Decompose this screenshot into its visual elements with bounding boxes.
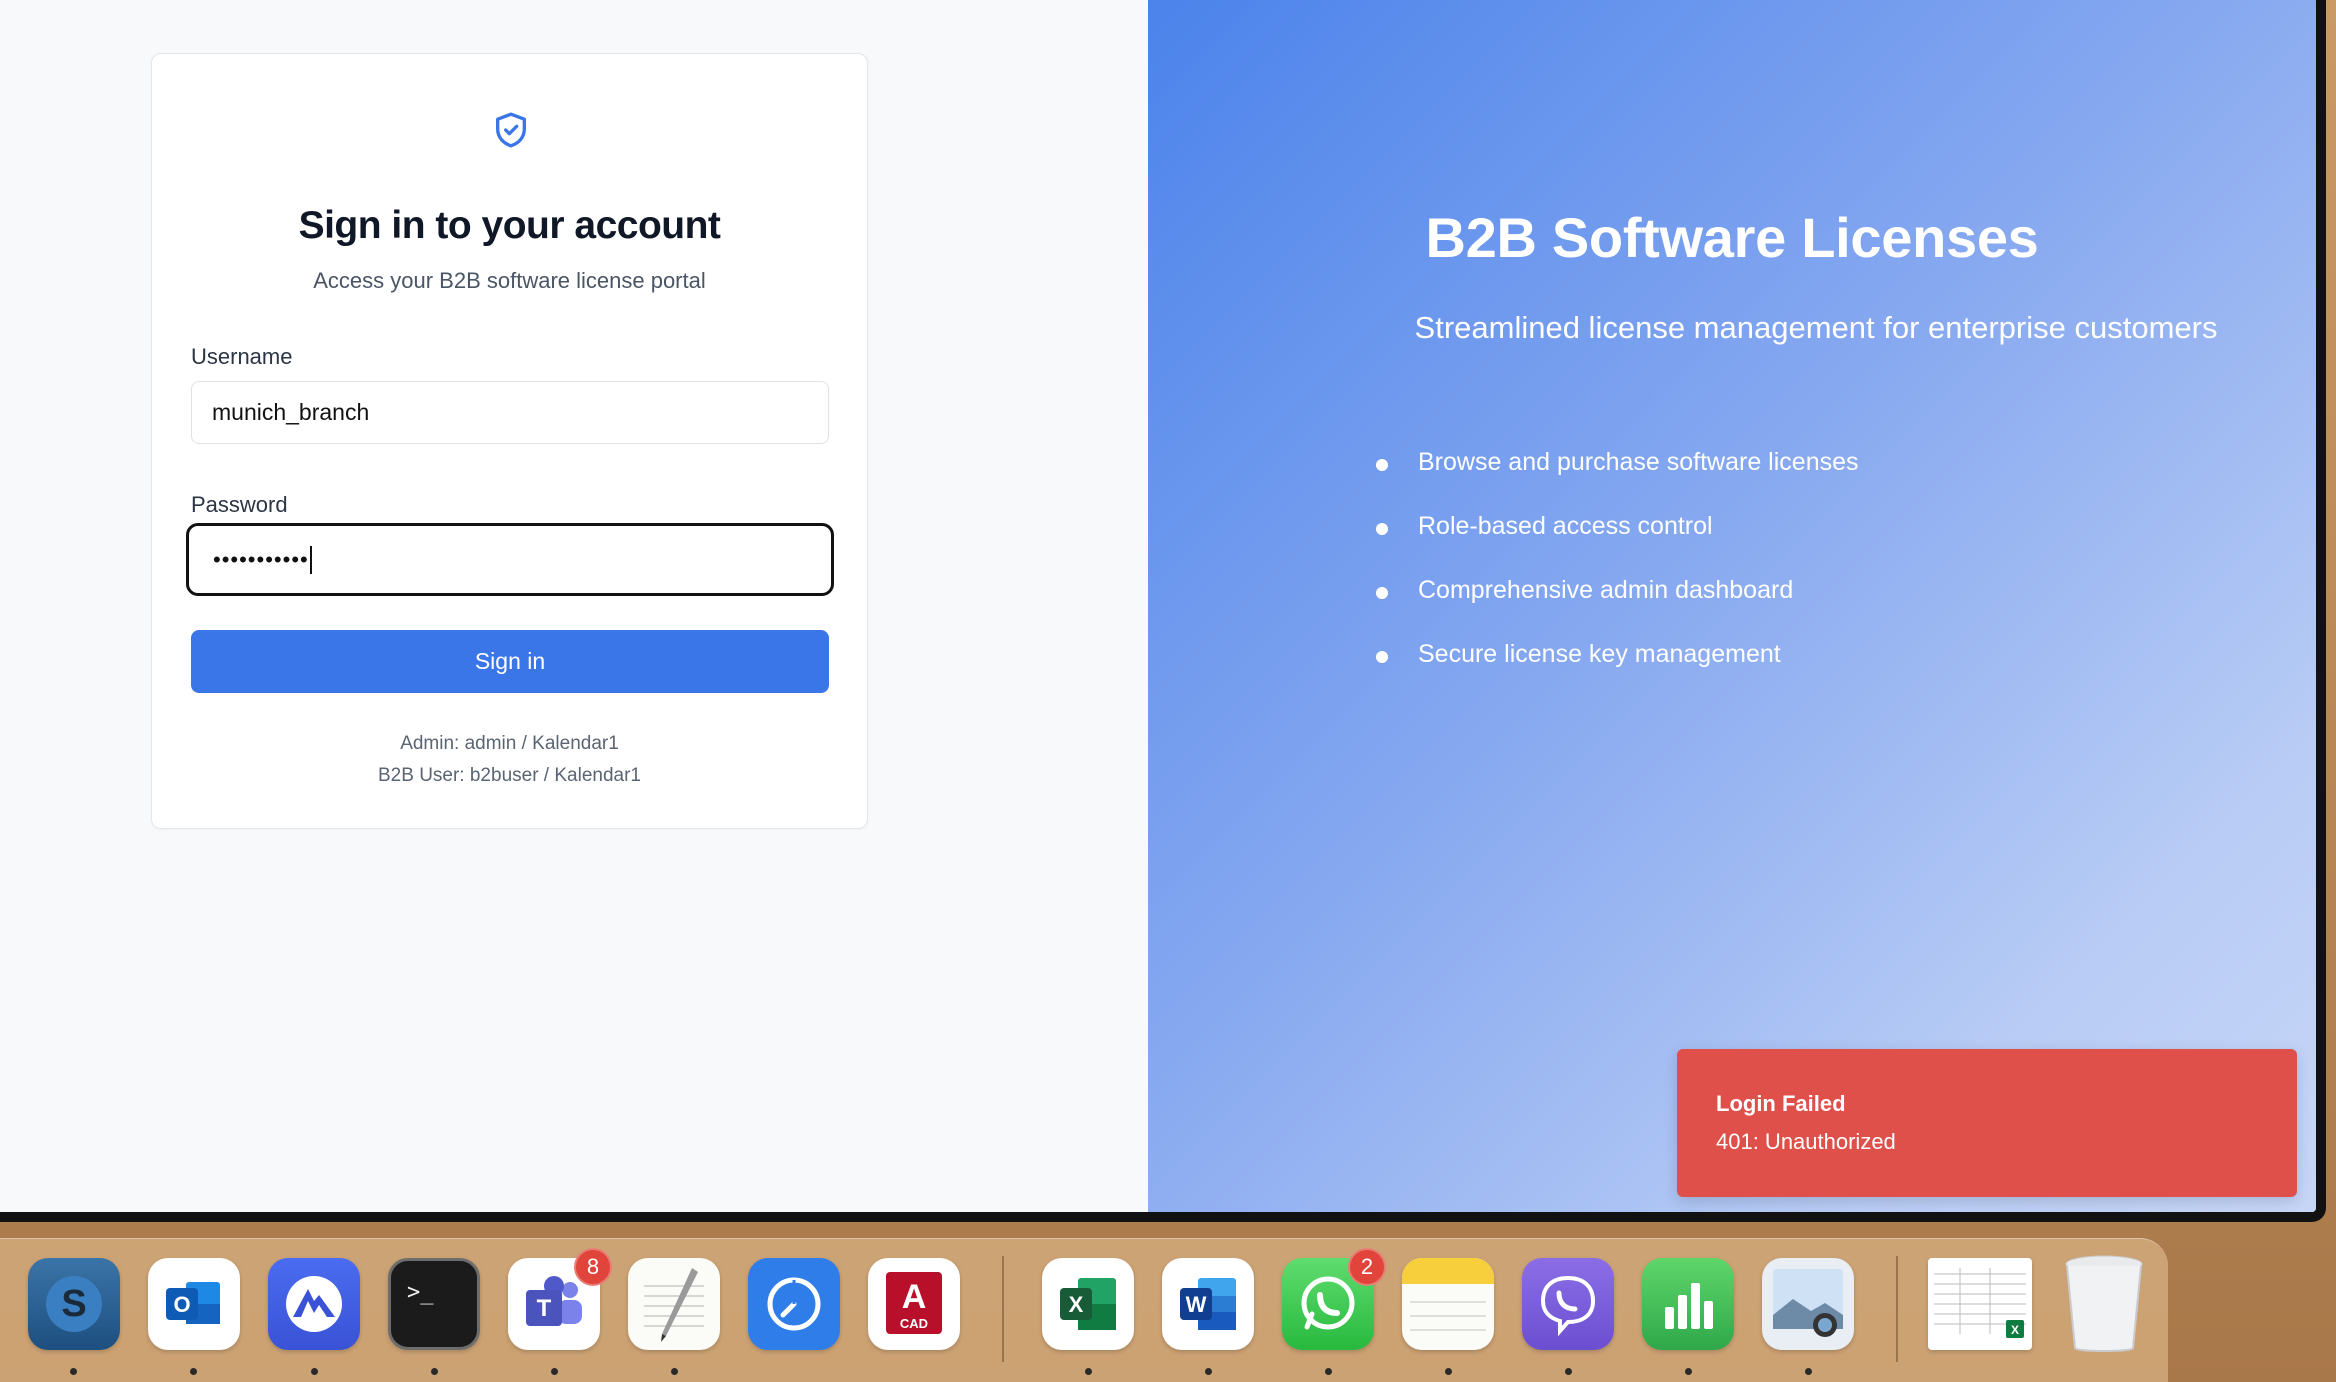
autocad-icon[interactable]: A CAD <box>868 1258 960 1350</box>
promo-pane: B2B Software Licenses Streamlined licens… <box>1148 0 2316 1212</box>
admin-credentials-hint: Admin: admin / Kalendar1 <box>400 733 619 754</box>
notes-icon[interactable] <box>1402 1258 1494 1350</box>
browser-window: Sign in to your account Access your B2B … <box>0 0 2326 1222</box>
skype-icon[interactable]: S <box>28 1258 120 1350</box>
b2b-credentials-hint: B2B User: b2buser / Kalendar1 <box>378 765 641 786</box>
svg-text:S: S <box>61 1283 86 1325</box>
bullet-icon <box>1376 587 1388 599</box>
running-indicator <box>671 1368 678 1375</box>
bullet-icon <box>1376 523 1388 535</box>
running-indicator <box>70 1368 77 1375</box>
password-label: Password <box>191 492 288 517</box>
text-caret <box>309 545 312 574</box>
numbers-icon[interactable] <box>1642 1258 1734 1350</box>
toast-title: Login Failed <box>1716 1091 1846 1116</box>
excel-icon[interactable]: X <box>1042 1258 1134 1350</box>
svg-text:W: W <box>1186 1292 1207 1317</box>
login-subtitle: Access your B2B software license portal <box>313 268 706 293</box>
shield-check-icon <box>496 112 526 148</box>
outlook-icon[interactable]: O <box>148 1258 240 1350</box>
bullet-icon <box>1376 459 1388 471</box>
promo-title: B2B Software Licenses <box>1425 206 2039 269</box>
feature-list: Browse and purchase software licenses Ro… <box>1376 448 1859 704</box>
running-indicator <box>1685 1368 1692 1375</box>
feature-text: Browse and purchase software licenses <box>1418 448 1859 476</box>
svg-text:O: O <box>173 1292 190 1317</box>
trash-icon[interactable] <box>2058 1255 2150 1352</box>
word-icon[interactable]: W <box>1162 1258 1254 1350</box>
whatsapp-notification-badge: 2 <box>1348 1248 1386 1286</box>
running-indicator <box>431 1368 438 1375</box>
login-card: Sign in to your account Access your B2B … <box>151 53 868 829</box>
running-indicator <box>1565 1368 1572 1375</box>
running-indicator <box>1085 1368 1092 1375</box>
svg-text:CAD: CAD <box>900 1316 928 1331</box>
username-field[interactable]: munich_branch <box>191 381 829 444</box>
running-indicator <box>1805 1368 1812 1375</box>
feature-text: Comprehensive admin dashboard <box>1418 576 1794 604</box>
promo-subtitle: Streamlined license management for enter… <box>1414 310 2218 345</box>
preview-icon[interactable] <box>1762 1258 1854 1350</box>
username-label: Username <box>191 344 293 369</box>
textedit-icon[interactable] <box>628 1258 720 1350</box>
dock-separator <box>1002 1256 1004 1362</box>
svg-text:T: T <box>537 1295 552 1322</box>
running-indicator <box>1205 1368 1212 1375</box>
running-indicator <box>1325 1368 1332 1375</box>
svg-text:A: A <box>902 1278 927 1316</box>
viber-icon[interactable] <box>1522 1258 1614 1350</box>
password-field[interactable]: ••••••••••• <box>186 523 834 596</box>
nordvpn-icon[interactable] <box>268 1258 360 1350</box>
feature-text: Role-based access control <box>1418 512 1713 540</box>
running-indicator <box>1445 1368 1452 1375</box>
svg-text:X: X <box>1069 1292 1084 1317</box>
clock-compass-icon[interactable] <box>748 1258 840 1350</box>
svg-text:X: X <box>2011 1323 2019 1337</box>
login-pane: Sign in to your account Access your B2B … <box>0 0 1148 1212</box>
running-indicator <box>190 1368 197 1375</box>
feature-item: Browse and purchase software licenses <box>1376 448 1859 512</box>
desktop: Sign in to your account Access your B2B … <box>0 0 2336 1382</box>
feature-text: Secure license key management <box>1418 640 1781 668</box>
document-thumbnail-icon[interactable]: X <box>1928 1258 2032 1350</box>
error-toast[interactable]: Login Failed 401: Unauthorized <box>1677 1049 2297 1197</box>
running-indicator <box>551 1368 558 1375</box>
toast-message: 401: Unauthorized <box>1716 1129 1896 1154</box>
svg-text:>_: >_ <box>407 1280 434 1305</box>
feature-item: Role-based access control <box>1376 512 1859 576</box>
username-value: munich_branch <box>212 399 370 425</box>
feature-item: Comprehensive admin dashboard <box>1376 576 1859 640</box>
bullet-icon <box>1376 651 1388 663</box>
feature-item: Secure license key management <box>1376 640 1859 704</box>
teams-notification-badge: 8 <box>574 1248 612 1286</box>
login-title: Sign in to your account <box>298 204 721 247</box>
terminal-icon[interactable]: >_ <box>388 1258 480 1350</box>
sign-in-button[interactable]: Sign in <box>191 630 829 693</box>
password-masked-value: ••••••••••• <box>213 546 309 572</box>
dock-separator <box>1896 1256 1898 1362</box>
running-indicator <box>311 1368 318 1375</box>
